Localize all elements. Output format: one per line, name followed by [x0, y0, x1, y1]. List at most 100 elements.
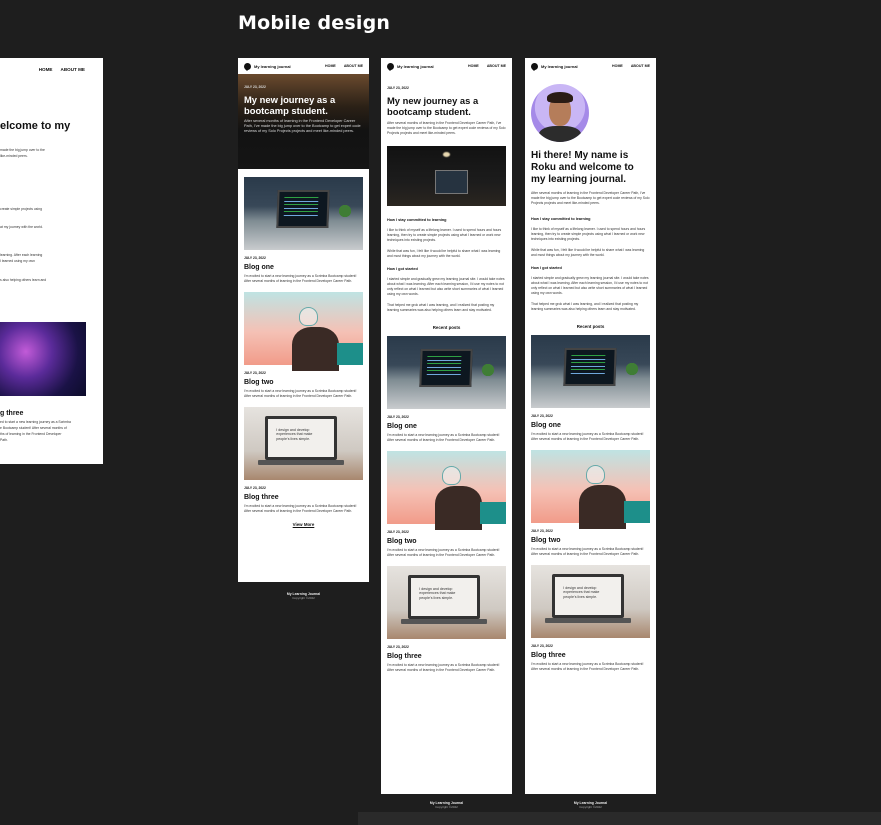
footer-copyright: Copyright ©2022 [292, 596, 315, 600]
post-excerpt: I'm excited to start a new learning jour… [244, 389, 357, 398]
desktop-card-text-2: e Bootcamp student! After several months… [0, 426, 67, 430]
section-heading: How I stay committed to learning [531, 217, 591, 221]
post-image[interactable] [244, 292, 363, 371]
about-paragraph: I like to think of myself as a lifelong … [531, 227, 646, 241]
post-excerpt: I'm excited to start a new learning jour… [531, 547, 644, 556]
desktop-card-text-1: ed to start a new learning journey as a … [0, 420, 71, 424]
brand-name: My learning journal [397, 63, 434, 69]
article-paragraph: While that was fun, I felt like it would… [387, 249, 501, 258]
nav-bar: My learning journal HOME ABOUT ME [387, 58, 506, 74]
post-image[interactable] [531, 565, 650, 638]
brand[interactable]: My learning journal [244, 62, 291, 71]
post-excerpt: I'm excited to start a new learning jour… [531, 432, 644, 441]
article-paragraph: I started simple and gradually grew my l… [387, 277, 505, 296]
view-more-link[interactable]: View More [244, 522, 363, 527]
desktop-line-7: s also helping others learn and [0, 278, 47, 282]
post-card[interactable]: JULY 23, 2022 Blog two I'm excited to st… [387, 451, 506, 558]
desktop-card-image[interactable] [0, 322, 86, 396]
desktop-line-2: like-minded peers. [0, 154, 28, 158]
post-title[interactable]: Blog two [244, 379, 363, 387]
desktop-line-3: create simple projects using [0, 207, 43, 211]
post-excerpt: I'm excited to start a new learning jour… [387, 433, 500, 442]
nav-about[interactable]: ABOUT ME [487, 64, 506, 68]
brand[interactable]: My learning journal [387, 62, 434, 71]
nav-about[interactable]: ABOUT ME [344, 64, 363, 68]
article-intro: After several months of learning in the … [387, 121, 506, 135]
post-card[interactable]: JULY 23, 2022 Blog two I'm excited to st… [531, 450, 650, 557]
desktop-card-text-3: ths of learning in the Frontend Develope… [0, 432, 62, 436]
desktop-hero-title: elcome to my [0, 120, 71, 132]
footer-copyright: Copyright ©2022 [579, 805, 602, 809]
nav-home[interactable]: HOME [468, 64, 479, 68]
desktop-nav-home[interactable]: HOME [39, 67, 53, 72]
logo-icon [531, 62, 538, 71]
desktop-line-4: at my journey with the world. [0, 225, 43, 229]
post-card[interactable]: JULY 23, 2022 Blog three I'm excited to … [387, 566, 506, 673]
article-paragraph: I like to think of myself as a lifelong … [387, 228, 502, 242]
section-heading: How I got started [387, 267, 418, 271]
post-date: JULY 23, 2022 [531, 644, 553, 648]
desktop-card-text-4: Path. [0, 438, 8, 442]
recent-posts-heading: Recent posts [432, 325, 461, 330]
footer: My Learning Journal Copyright ©2022 [238, 582, 369, 600]
post-title[interactable]: Blog one [387, 423, 506, 431]
desktop-frame-partial[interactable]: HOME ABOUT ME elcome to my made the big … [0, 58, 103, 464]
post-image[interactable] [387, 336, 506, 409]
post-title[interactable]: Blog two [387, 538, 506, 546]
mobile-about-frame[interactable]: My learning journal HOME ABOUT ME Hi ther… [525, 58, 656, 820]
article-title: My new journey as a bootcamp student. [387, 95, 479, 117]
nav-bar: My learning journal HOME ABOUT ME [531, 58, 650, 74]
post-title[interactable]: Blog one [531, 422, 650, 430]
nav-about[interactable]: ABOUT ME [631, 64, 650, 68]
desktop-line-5: learning. After each learning [0, 253, 43, 257]
avatar [531, 84, 589, 142]
section-heading: How I got started [531, 266, 562, 270]
hero-text: After several months of learning in the … [244, 119, 361, 133]
mobile-home-frame[interactable]: My learning journal HOME ABOUT ME JULY 23… [238, 58, 369, 612]
brand-name: My learning journal [541, 63, 578, 69]
post-card[interactable]: JULY 23, 2022 Blog three I'm excited to … [244, 407, 363, 514]
post-card[interactable]: JULY 23, 2022 Blog one I'm excited to st… [387, 336, 506, 443]
post-card[interactable]: JULY 23, 2022 Blog one I'm excited to st… [244, 177, 363, 284]
brand-name: My learning journal [254, 63, 291, 69]
article-paragraph: That helped me grok what I was learning,… [387, 303, 495, 312]
post-excerpt: I'm excited to start a new learning jour… [244, 504, 357, 513]
nav-home[interactable]: HOME [325, 64, 336, 68]
brand[interactable]: My learning journal [531, 62, 578, 71]
post-date: JULY 23, 2022 [387, 645, 409, 649]
post-date: JULY 23, 2022 [531, 414, 553, 418]
about-title: Hi there! My name is Roku and welcome to… [531, 150, 634, 185]
nav-home[interactable]: HOME [612, 64, 623, 68]
post-card[interactable]: JULY 23, 2022 Blog two I'm excited to st… [244, 292, 363, 399]
post-title[interactable]: Blog one [244, 264, 363, 272]
post-title[interactable]: Blog three [244, 494, 363, 502]
post-date: JULY 23, 2022 [244, 371, 266, 375]
post-date: JULY 23, 2022 [387, 530, 409, 534]
desktop-nav: HOME ABOUT ME [0, 58, 103, 72]
post-excerpt: I'm excited to start a new learning jour… [244, 274, 357, 283]
post-image[interactable] [387, 451, 506, 530]
desktop-nav-about[interactable]: ABOUT ME [61, 67, 86, 72]
desktop-line-6: I learned using my own [0, 259, 35, 263]
hero-title[interactable]: My new journey as a bootcamp student. [244, 94, 363, 116]
post-title[interactable]: Blog three [531, 652, 650, 660]
post-excerpt: I'm excited to start a new learning jour… [531, 662, 644, 671]
post-image[interactable] [387, 566, 506, 639]
post-image[interactable] [531, 335, 650, 408]
post-card[interactable]: JULY 23, 2022 Blog one I'm excited to st… [531, 335, 650, 442]
post-image[interactable] [244, 177, 363, 250]
post-image[interactable] [244, 407, 363, 480]
post-date: JULY 23, 2022 [531, 529, 553, 533]
post-title[interactable]: Blog three [387, 653, 506, 661]
post-image[interactable] [531, 450, 650, 529]
frame-heading: Mobile design [238, 12, 391, 34]
article-date: JULY 23, 2022 [387, 86, 409, 90]
post-excerpt: I'm excited to start a new learning jour… [387, 548, 500, 557]
post-excerpt: I'm excited to start a new learning jour… [387, 663, 500, 672]
post-card[interactable]: JULY 23, 2022 Blog three I'm excited to … [531, 565, 650, 672]
desktop-card-title[interactable]: g three [0, 410, 23, 417]
section-heading: How I stay committed to learning [387, 218, 447, 222]
post-date: JULY 23, 2022 [244, 486, 266, 490]
post-title[interactable]: Blog two [531, 537, 650, 545]
mobile-article-frame[interactable]: My learning journal HOME ABOUT ME JULY 23… [381, 58, 512, 820]
